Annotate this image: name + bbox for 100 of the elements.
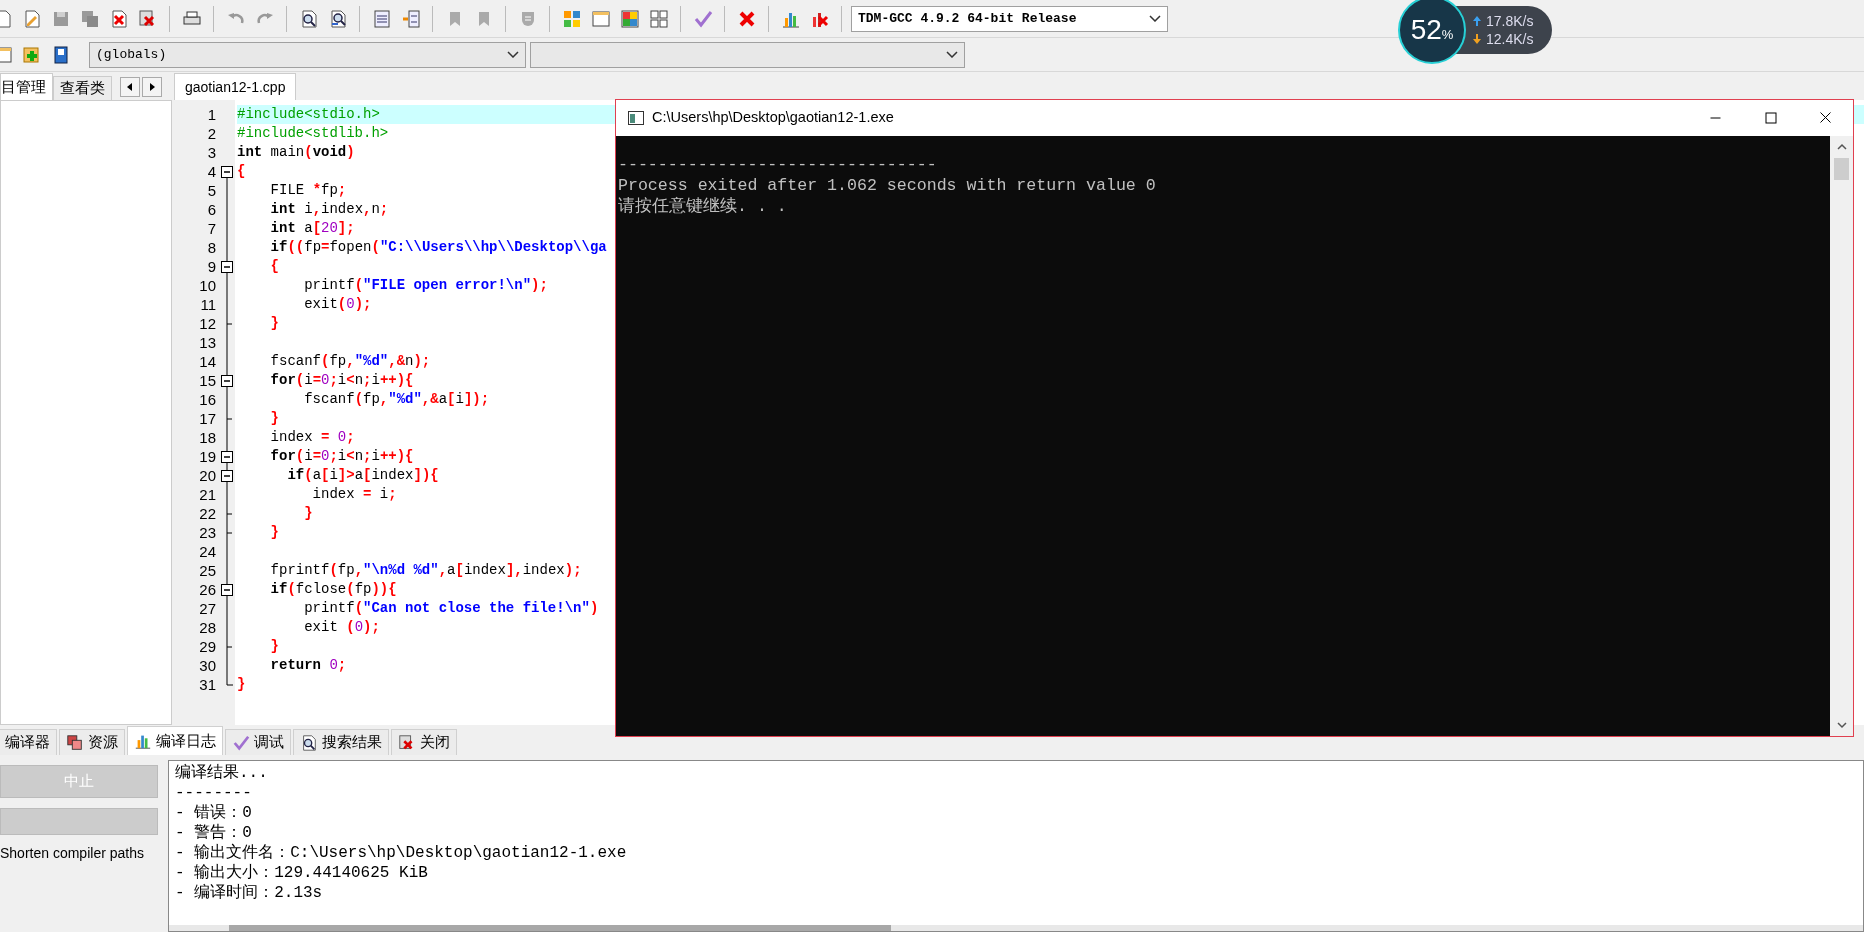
- log-line: - 警告：0: [175, 823, 253, 843]
- scroll-up-icon[interactable]: [1835, 142, 1848, 152]
- line-number: 29: [198, 637, 217, 656]
- scrollbar-thumb[interactable]: [229, 925, 891, 931]
- scrollbar-thumb[interactable]: [1834, 158, 1849, 180]
- collapse-icon[interactable]: [219, 257, 235, 276]
- panel-tab[interactable]: 调试: [225, 729, 291, 755]
- log-line: - 错误：0: [175, 803, 253, 823]
- dropdown-field[interactable]: [530, 41, 965, 68]
- line-number: 25: [198, 561, 217, 580]
- console-line: --------------------------------: [618, 154, 938, 175]
- line-number: 16: [198, 390, 217, 409]
- code-line: {: [269, 257, 279, 276]
- grid-icon[interactable]: [561, 8, 582, 29]
- line-number: 19: [198, 447, 217, 466]
- panel-tab[interactable]: 搜索结果: [293, 729, 389, 755]
- check-icon: [232, 733, 250, 752]
- line-number: 8: [206, 238, 217, 257]
- console-line: Process exited after 1.062 seconds with return value 0: [618, 175, 1157, 196]
- code-line: }: [237, 675, 246, 694]
- tiles-icon[interactable]: [648, 8, 669, 29]
- code-line: #include<stdio.h>: [237, 105, 380, 124]
- line-number: 26: [198, 580, 217, 599]
- line-number: 1: [206, 105, 217, 124]
- close-icon: [1819, 112, 1832, 124]
- scroll-left-button[interactable]: [120, 77, 140, 97]
- line-number: 10: [198, 276, 217, 295]
- caret-icon: [1149, 15, 1161, 22]
- layers-icon: [66, 733, 84, 752]
- line-number: 5: [206, 181, 217, 200]
- unindent-icon[interactable]: [400, 8, 421, 29]
- code-line: return 0;: [269, 656, 347, 675]
- collapse-icon[interactable]: [219, 447, 235, 466]
- log-line: - 输出文件名：C:\Users\hp\Desktop\gaotian12-1.exe: [175, 843, 628, 863]
- code-line: printf("Can not close the file!\n"): [303, 599, 599, 618]
- add-icon[interactable]: [21, 44, 42, 65]
- download-icon: [1472, 33, 1482, 45]
- usage-unit: %: [1441, 27, 1454, 45]
- usage-value: 52: [1410, 13, 1442, 47]
- panel-tab[interactable]: 编译日志: [127, 726, 223, 755]
- code-line: }: [269, 409, 279, 428]
- collapse-icon[interactable]: [219, 466, 235, 485]
- line-number: 4: [206, 162, 217, 181]
- line-number: 21: [198, 485, 217, 504]
- line-number: 30: [198, 656, 217, 675]
- code-line: if(fclose(fp)){: [269, 580, 397, 599]
- code-line: if((fp=fopen("C:\\Users\\hp\\Desktop\\ga: [269, 238, 607, 257]
- line-number: 14: [198, 352, 217, 371]
- code-line: int main(void): [237, 143, 355, 162]
- line-number: 31: [198, 675, 217, 694]
- line-number: 6: [206, 200, 217, 219]
- code-line: #include<stdlib.h>: [237, 124, 389, 143]
- panel-tab[interactable]: 关闭: [391, 729, 457, 755]
- console-line: 请按任意键继续. . .: [618, 196, 788, 217]
- line-number: 18: [198, 428, 217, 447]
- code-line: int i,index,n;: [269, 200, 389, 219]
- line-number: 3: [206, 143, 217, 162]
- code-line: exit (0);: [303, 618, 380, 637]
- collapse-icon[interactable]: [219, 371, 235, 390]
- code-line: }: [303, 504, 313, 523]
- line-number: 17: [198, 409, 217, 428]
- collapse-icon[interactable]: [219, 580, 235, 599]
- save-all-icon[interactable]: [79, 8, 100, 29]
- code-line: exit(0);: [303, 295, 372, 314]
- code-line: printf("FILE open error!\n");: [303, 276, 548, 295]
- scroll-down-icon[interactable]: [1835, 720, 1848, 730]
- panel-tab[interactable]: 资源: [59, 729, 125, 755]
- log-line: --------: [175, 783, 253, 803]
- file-tab[interactable]: gaotian12-1.cpp: [174, 73, 297, 100]
- code-line: }: [269, 314, 279, 333]
- window-icon[interactable]: [590, 8, 611, 29]
- code-line: {: [237, 162, 246, 181]
- code-line: int a[20];: [269, 219, 355, 238]
- line-number: 20: [198, 466, 217, 485]
- line-number: 2: [206, 124, 217, 143]
- compiler-dropdown[interactable]: TDM-GCC 4.9.2 64-bit Release: [851, 5, 1168, 32]
- code-line: fscanf(fp,"%d",&n);: [269, 352, 431, 371]
- log-line: - 编译时间：2.13s: [175, 883, 324, 903]
- code-line: for(i=0;i<n;i++){: [269, 371, 414, 390]
- check-icon[interactable]: [692, 8, 713, 29]
- code-line: index = 0;: [269, 428, 355, 447]
- code-line: if(a[i]>a[index]){: [286, 466, 439, 485]
- line-number: 27: [198, 599, 217, 618]
- panel-tab[interactable]: 目管理: [0, 73, 53, 100]
- panel-tab[interactable]: 查看类: [53, 76, 112, 100]
- line-number: 23: [198, 523, 217, 542]
- line-number: 11: [199, 295, 217, 314]
- scroll-right-button[interactable]: [142, 77, 162, 97]
- indent-icon[interactable]: [371, 8, 392, 29]
- code-line: fscanf(fp,"%d",&a[i]);: [303, 390, 490, 409]
- color-grid-icon[interactable]: [619, 8, 640, 29]
- code-line: }: [269, 637, 279, 656]
- speed-text: 17.8K/s: [1486, 12, 1534, 30]
- minimize-icon: [1710, 117, 1721, 119]
- line-number: 9: [206, 257, 217, 276]
- line-number: 7: [206, 219, 217, 238]
- line-number: 28: [198, 618, 217, 637]
- panel-tab[interactable]: 编译器: [0, 729, 57, 755]
- scope-dropdown[interactable]: (globals): [89, 41, 526, 68]
- code-line: }: [269, 523, 279, 542]
